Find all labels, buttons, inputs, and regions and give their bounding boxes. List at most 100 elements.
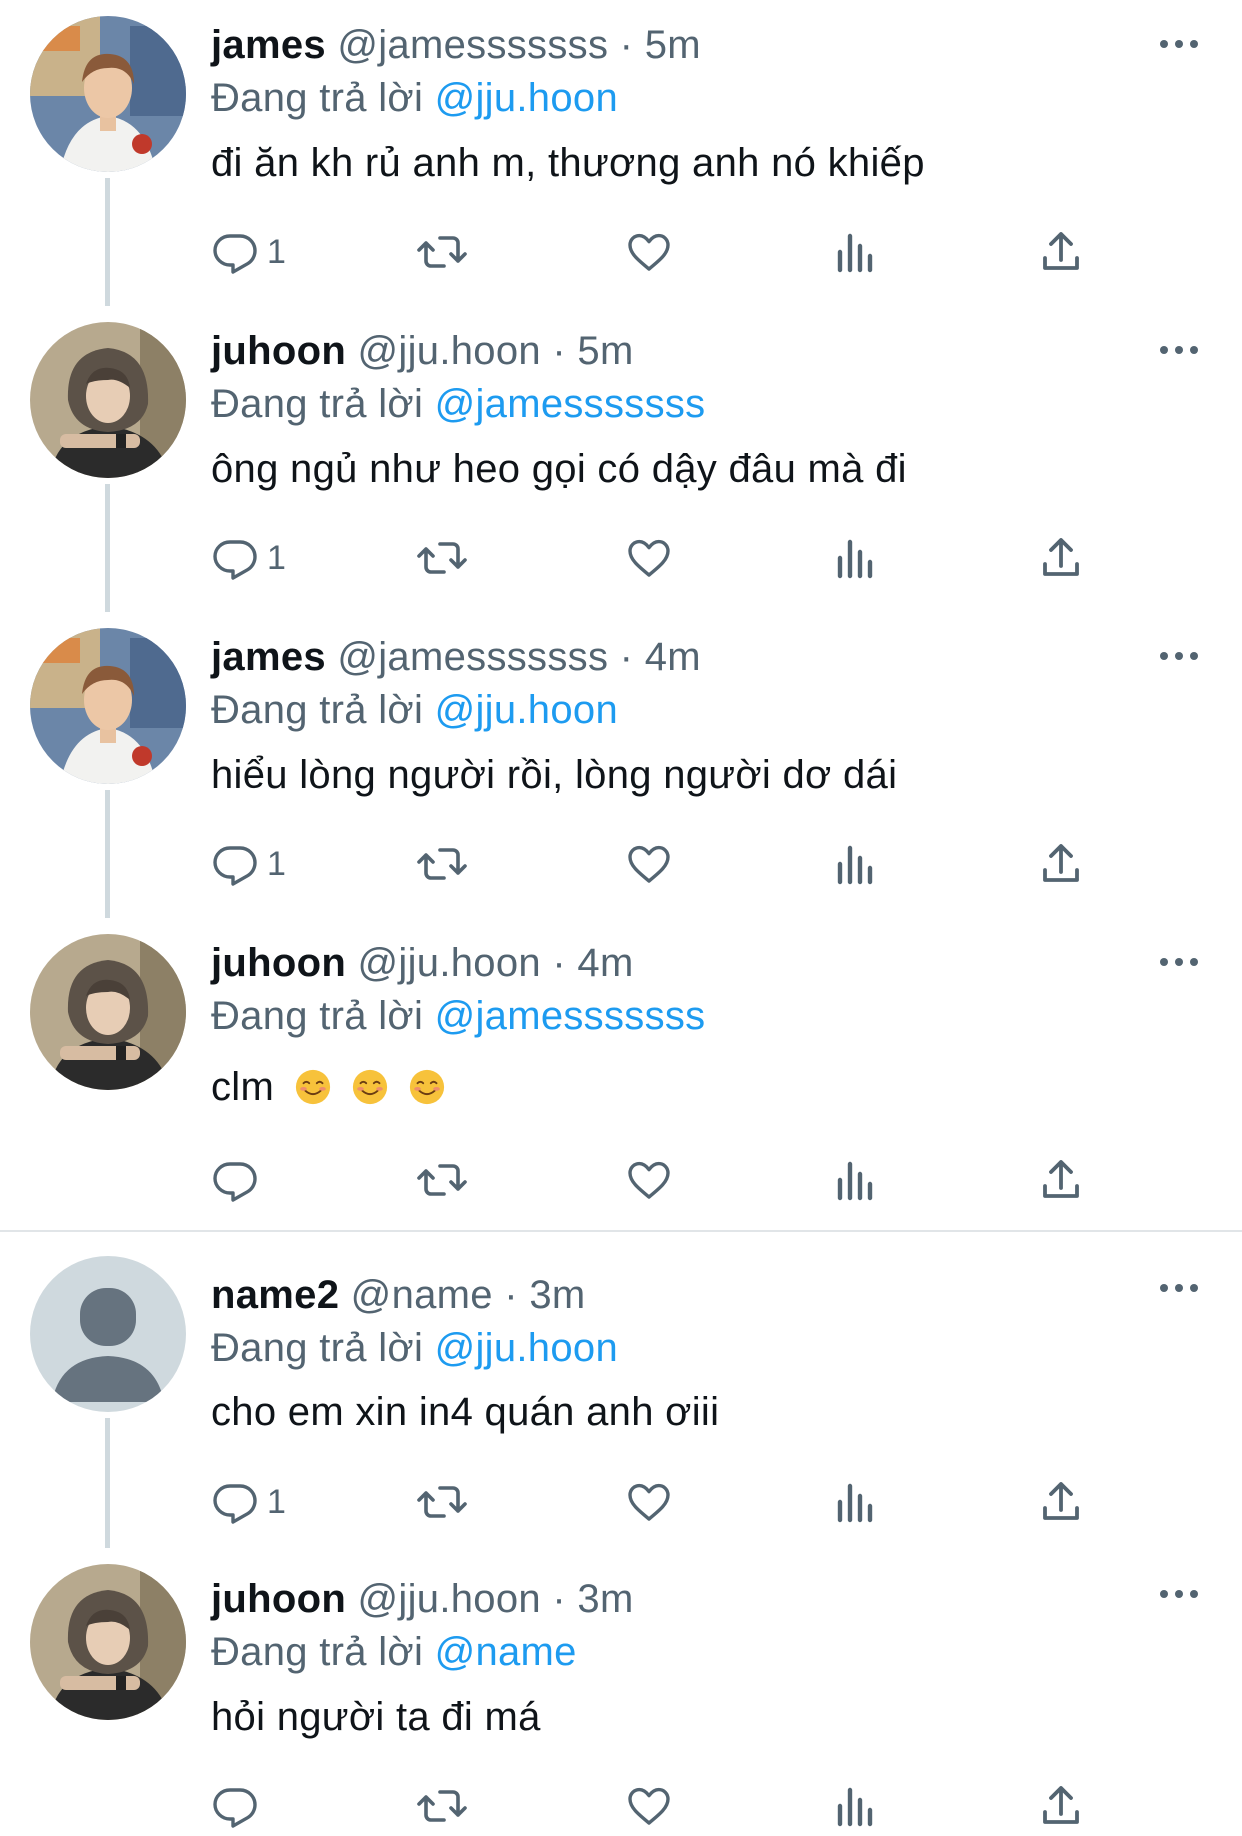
reply-icon — [213, 846, 257, 886]
share-button[interactable] — [1037, 1472, 1085, 1532]
user-handle[interactable]: @jju.hoon — [358, 1577, 541, 1621]
user-handle[interactable]: @name — [351, 1273, 493, 1317]
share-button[interactable] — [1037, 528, 1085, 588]
mention-link[interactable]: @name — [435, 1630, 577, 1674]
tweet-header: juhoon @jju.hoon · 5m — [211, 324, 634, 378]
share-button[interactable] — [1037, 834, 1085, 894]
reply-button[interactable]: 1 — [211, 1472, 286, 1532]
retweet-icon — [417, 848, 467, 880]
more-icon[interactable] — [1153, 24, 1205, 64]
user-handle[interactable]: @jamesssssss — [337, 23, 608, 67]
avatar-juhoon[interactable] — [30, 934, 186, 1090]
replying-to-label: Đang trả lời — [211, 688, 424, 732]
reply-icon — [213, 234, 257, 274]
mention-link[interactable]: @jamesssssss — [435, 382, 706, 426]
retweet-button[interactable] — [416, 834, 468, 894]
more-icon[interactable] — [1153, 1574, 1205, 1614]
reply-count: 1 — [267, 232, 286, 271]
like-button[interactable] — [625, 1472, 673, 1532]
timestamp[interactable]: 5m — [577, 329, 633, 373]
display-name[interactable]: juhoon — [211, 941, 346, 985]
reply-count: 1 — [267, 844, 286, 883]
more-icon[interactable] — [1153, 330, 1205, 370]
mention-link[interactable]: @jju.hoon — [435, 76, 618, 120]
tweet-header: juhoon @jju.hoon · 3m — [211, 1572, 634, 1626]
reply-button[interactable] — [211, 1776, 267, 1836]
retweet-button[interactable] — [416, 1472, 468, 1532]
avatar-juhoon[interactable] — [30, 322, 186, 478]
views-button[interactable] — [832, 528, 880, 588]
reply-count: 1 — [267, 1482, 286, 1521]
tweet[interactable]: juhoon @jju.hoon · 5m Đang trả lời @jame… — [0, 306, 1242, 612]
reply-icon — [213, 1162, 257, 1202]
reply-icon — [213, 1788, 257, 1828]
mention-link[interactable]: @jamesssssss — [435, 994, 706, 1038]
display-name[interactable]: juhoon — [211, 329, 346, 373]
views-button[interactable] — [832, 222, 880, 282]
views-icon — [837, 1483, 873, 1523]
share-button[interactable] — [1037, 222, 1085, 282]
tweet[interactable]: name2 @name · 3m Đang trả lời @jju.hoon … — [0, 1242, 1242, 1548]
like-button[interactable] — [625, 834, 673, 894]
views-icon — [837, 1787, 873, 1827]
share-icon — [1043, 538, 1079, 576]
tweet-text: ông ngủ như heo gọi có dậy đâu mà đi — [211, 447, 907, 491]
user-handle[interactable]: @jju.hoon — [358, 941, 541, 985]
share-button[interactable] — [1037, 1150, 1085, 1210]
reply-button[interactable] — [211, 1150, 267, 1210]
user-handle[interactable]: @jju.hoon — [358, 329, 541, 373]
tweet[interactable]: james @jamesssssss · 4m Đang trả lời @jj… — [0, 612, 1242, 918]
timestamp[interactable]: 4m — [577, 941, 633, 985]
reply-button[interactable]: 1 — [211, 834, 286, 894]
separator-dot: · — [552, 1577, 566, 1621]
timestamp[interactable]: 4m — [645, 635, 701, 679]
display-name[interactable]: james — [211, 23, 326, 67]
reply-icon — [213, 1484, 257, 1524]
avatar-james[interactable] — [30, 628, 186, 784]
views-button[interactable] — [832, 1472, 880, 1532]
thread-divider — [0, 1230, 1242, 1232]
timestamp[interactable]: 5m — [645, 23, 701, 67]
display-name[interactable]: juhoon — [211, 1577, 346, 1621]
tweet-header: name2 @name · 3m — [211, 1268, 585, 1322]
tweet-text: clm — [211, 1060, 446, 1114]
views-button[interactable] — [832, 834, 880, 894]
retweet-button[interactable] — [416, 222, 468, 282]
reply-button[interactable]: 1 — [211, 222, 286, 282]
mention-link[interactable]: @jju.hoon — [435, 1326, 618, 1370]
like-button[interactable] — [625, 1150, 673, 1210]
mention-link[interactable]: @jju.hoon — [435, 688, 618, 732]
timestamp[interactable]: 3m — [577, 1577, 633, 1621]
display-name[interactable]: james — [211, 635, 326, 679]
share-icon — [1043, 1160, 1079, 1198]
views-icon — [837, 539, 873, 579]
more-icon[interactable] — [1153, 636, 1205, 676]
retweet-button[interactable] — [416, 1776, 468, 1836]
tweet[interactable]: james @jamesssssss · 5m Đang trả lời @jj… — [0, 0, 1242, 306]
like-button[interactable] — [625, 528, 673, 588]
like-button[interactable] — [625, 222, 673, 282]
reply-count: 1 — [267, 538, 286, 577]
views-button[interactable] — [832, 1150, 880, 1210]
reply-button[interactable]: 1 — [211, 528, 286, 588]
more-icon[interactable] — [1153, 942, 1205, 982]
tweet-actions: 1 — [0, 834, 1242, 894]
tweet[interactable]: juhoon @jju.hoon · 4m Đang trả lời @jame… — [0, 918, 1242, 1230]
retweet-icon — [417, 236, 467, 268]
tweet[interactable]: juhoon @jju.hoon · 3m Đang trả lời @name… — [0, 1548, 1242, 1836]
retweet-button[interactable] — [416, 1150, 468, 1210]
retweet-icon — [417, 1164, 467, 1196]
more-icon[interactable] — [1153, 1268, 1205, 1308]
timestamp[interactable]: 3m — [529, 1273, 585, 1317]
avatar-james[interactable] — [30, 16, 186, 172]
avatar-default[interactable] — [30, 1256, 186, 1412]
views-button[interactable] — [832, 1776, 880, 1836]
share-button[interactable] — [1037, 1776, 1085, 1836]
avatar-juhoon[interactable] — [30, 1564, 186, 1720]
retweet-button[interactable] — [416, 528, 468, 588]
user-handle[interactable]: @jamesssssss — [337, 635, 608, 679]
display-name[interactable]: name2 — [211, 1273, 339, 1317]
like-button[interactable] — [625, 1776, 673, 1836]
replying-to-label: Đang trả lời — [211, 382, 424, 426]
replying-to-label: Đang trả lời — [211, 994, 424, 1038]
